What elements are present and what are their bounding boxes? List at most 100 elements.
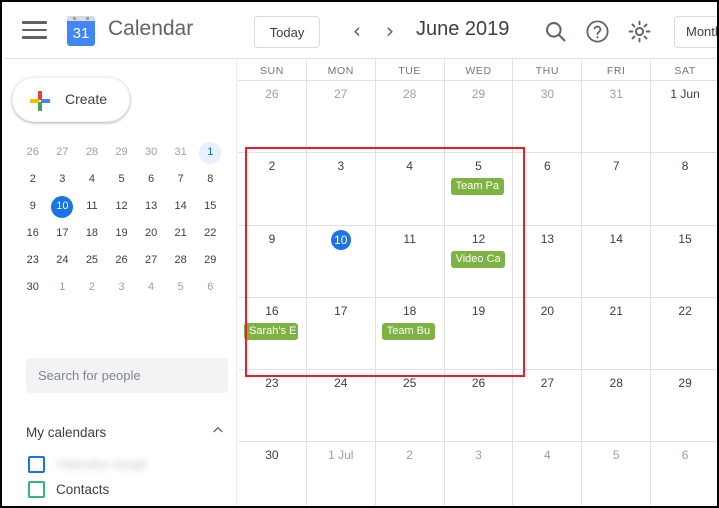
calendar-list-item[interactable]: Yalendra Singh [26, 453, 236, 478]
calendar-day-cell[interactable]: 27 [512, 370, 581, 442]
mini-calendar-day[interactable]: 28 [77, 139, 107, 166]
mini-calendar-day[interactable]: 6 [195, 274, 225, 301]
mini-calendar-day[interactable]: 26 [107, 247, 137, 274]
mini-calendar-day[interactable]: 30 [136, 139, 166, 166]
calendar-day-cell[interactable]: 16 Sarah's E [238, 298, 306, 369]
calendar-event-chip[interactable]: Team Bu [381, 322, 436, 340]
mini-calendar-day[interactable]: 29 [107, 139, 137, 166]
help-icon[interactable] [584, 18, 611, 45]
calendar-day-cell[interactable]: 6 [512, 153, 581, 225]
search-icon[interactable] [542, 18, 569, 45]
mini-calendar-day[interactable]: 2 [77, 274, 107, 301]
calendar-day-cell[interactable]: 22 [650, 297, 717, 370]
calendar-day-cell[interactable]: 23 [238, 370, 306, 441]
calendar-day-cell[interactable]: 3 [305, 153, 375, 225]
view-mode-dropdown[interactable]: Month [674, 16, 717, 48]
mini-calendar-day[interactable]: 29 [195, 247, 225, 274]
calendar-day-cell[interactable]: 21 [581, 297, 650, 370]
mini-calendar-day[interactable]: 5 [107, 166, 137, 193]
mini-calendar-day[interactable]: 26 [18, 139, 48, 166]
chevron-up-icon[interactable] [210, 422, 226, 438]
mini-calendar-day[interactable]: 22 [195, 220, 225, 247]
mini-calendar-day[interactable]: 16 [18, 220, 48, 247]
calendar-list-item[interactable]: Contacts [26, 478, 236, 503]
mini-calendar-day[interactable]: 17 [48, 220, 78, 247]
calendar-day-cell[interactable]: 31 [581, 81, 650, 153]
calendar-day-cell[interactable]: 5 [581, 442, 650, 506]
mini-calendar-day[interactable]: 4 [77, 166, 107, 193]
mini-calendar-day[interactable]: 10 [48, 193, 78, 220]
calendar-day-cell[interactable]: 8 [650, 153, 717, 225]
today-button[interactable]: Today [254, 16, 320, 48]
mini-calendar-day[interactable]: 2 [18, 166, 48, 193]
mini-calendar-day[interactable]: 11 [77, 193, 107, 220]
search-for-people-input[interactable] [26, 358, 228, 393]
mini-calendar-day[interactable]: 27 [48, 139, 78, 166]
mini-calendar-day[interactable]: 18 [77, 220, 107, 247]
calendar-day-cell[interactable]: 26 [443, 370, 513, 442]
mini-calendar-day[interactable]: 14 [166, 193, 196, 220]
calendar-day-cell[interactable]: 20 [512, 297, 581, 370]
create-button[interactable]: Create [12, 77, 130, 122]
calendar-day-cell[interactable]: 28 [581, 370, 650, 442]
calendar-day-cell[interactable]: 6 [650, 442, 717, 506]
calendar-day-cell[interactable]: 30 [238, 442, 306, 506]
calendar-day-cell[interactable]: 19 [443, 297, 513, 370]
calendar-day-cell[interactable]: 29 [650, 370, 717, 442]
mini-calendar-day[interactable]: 19 [107, 220, 137, 247]
calendar-day-cell[interactable]: 24 [305, 370, 375, 442]
mini-calendar-day[interactable]: 28 [166, 247, 196, 274]
mini-calendar-day[interactable]: 5 [166, 274, 196, 301]
mini-calendar-day[interactable]: 8 [195, 166, 225, 193]
previous-month-icon[interactable]: ‹ [343, 17, 371, 45]
mini-calendar-day[interactable]: 7 [166, 166, 196, 193]
mini-calendar-day[interactable]: 9 [18, 193, 48, 220]
calendar-day-cell[interactable]: 30 [512, 81, 581, 153]
calendar-day-cell[interactable]: 11 [374, 225, 444, 297]
mini-calendar-day[interactable]: 27 [136, 247, 166, 274]
calendar-event-chip[interactable]: Sarah's E [244, 322, 298, 340]
mini-calendar-day[interactable]: 30 [18, 274, 48, 301]
mini-calendar-day[interactable]: 12 [107, 193, 137, 220]
mini-calendar-day[interactable]: 4 [136, 274, 166, 301]
calendar-day-cell[interactable]: 5 Team Pa [443, 153, 513, 225]
next-month-icon[interactable]: › [376, 17, 404, 45]
calendar-day-cell[interactable]: 7 [581, 153, 650, 225]
gear-icon[interactable] [626, 18, 653, 45]
calendar-day-cell[interactable]: 13 [512, 225, 581, 297]
calendar-day-cell[interactable]: 28 [374, 81, 444, 153]
calendar-day-cell[interactable]: 2 [238, 153, 306, 224]
calendar-day-cell[interactable]: 12 Video Ca [443, 225, 513, 297]
mini-calendar-day[interactable]: 31 [166, 139, 196, 166]
calendar-day-cell[interactable]: 26 [238, 81, 306, 152]
calendar-day-cell[interactable]: 14 [581, 225, 650, 297]
mini-calendar-day[interactable]: 15 [195, 193, 225, 220]
mini-calendar-day[interactable]: 3 [48, 166, 78, 193]
calendar-day-cell[interactable]: 3 [443, 442, 513, 506]
calendar-day-cell[interactable]: 18 Team Bu [374, 297, 444, 370]
my-calendars-header[interactable]: My calendars [26, 421, 228, 445]
mini-calendar-day[interactable]: 1 [195, 139, 225, 166]
calendar-day-cell[interactable]: 4 [374, 153, 444, 225]
calendar-day-cell[interactable]: 17 [305, 297, 375, 370]
calendar-day-cell[interactable]: 25 [374, 370, 444, 442]
calendar-day-cell[interactable]: 1 Jul [305, 442, 375, 506]
mini-calendar-day[interactable]: 1 [48, 274, 78, 301]
mini-calendar-day[interactable]: 20 [136, 220, 166, 247]
calendar-day-cell[interactable]: 1 Jun [650, 81, 717, 153]
calendar-day-cell[interactable]: 15 [650, 225, 717, 297]
mini-calendar-day[interactable]: 6 [136, 166, 166, 193]
calendar-event-chip[interactable]: Team Pa [450, 178, 504, 196]
calendar-event-chip[interactable]: Video Ca [450, 250, 505, 268]
calendar-checkbox[interactable] [28, 481, 45, 498]
calendar-day-cell[interactable]: 2 [374, 442, 444, 506]
mini-calendar-day[interactable]: 21 [166, 220, 196, 247]
calendar-day-cell[interactable]: 29 [443, 81, 513, 153]
calendar-list-item[interactable]: Meetings in June [26, 503, 236, 506]
mini-calendar-day[interactable]: 3 [107, 274, 137, 301]
hamburger-menu-icon[interactable] [22, 21, 50, 43]
mini-calendar-day[interactable]: 13 [136, 193, 166, 220]
calendar-day-cell[interactable]: 9 [238, 226, 306, 297]
calendar-day-cell[interactable]: 10 [305, 225, 375, 297]
calendar-day-cell[interactable]: 4 [512, 442, 581, 506]
